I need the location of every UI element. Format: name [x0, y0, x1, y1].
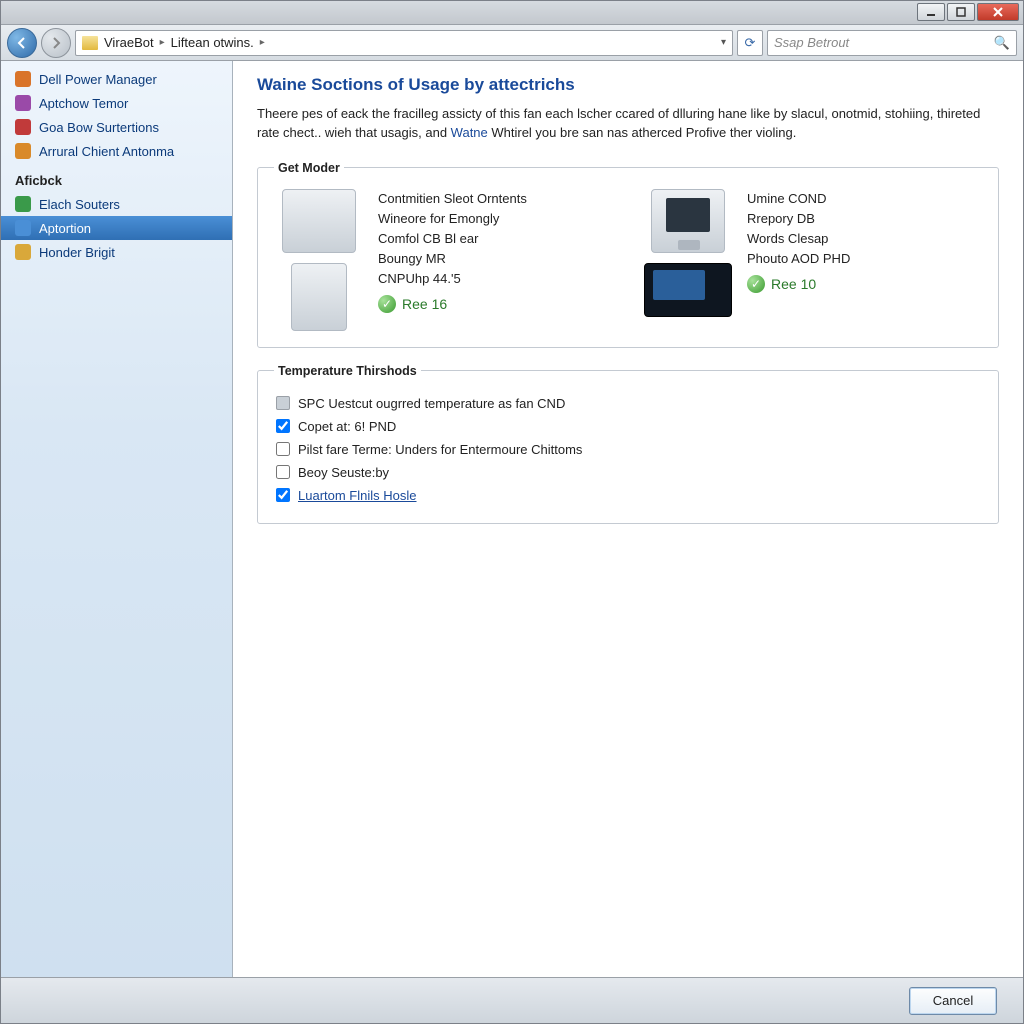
sidebar-item[interactable]: Aptortion — [1, 216, 232, 240]
sidebar-group-head: Aficbck — [1, 163, 232, 192]
moder-right-info: Umine CONDRrepory DBWords ClesapPhouto A… — [747, 189, 850, 270]
search-icon: 🔍 — [994, 35, 1010, 51]
info-line: Wineore for Emongly — [378, 209, 527, 229]
thresholds-legend: Temperature Thirshods — [274, 364, 421, 378]
sidebar-item-icon — [15, 95, 31, 111]
close-button[interactable] — [977, 3, 1019, 21]
threshold-checkbox[interactable] — [276, 419, 290, 433]
desc-link[interactable]: Watne — [451, 125, 488, 140]
threshold-checkbox[interactable] — [276, 488, 290, 502]
folder-icon — [82, 36, 98, 50]
sidebar-item[interactable]: Honder Brigit — [1, 240, 232, 264]
moder-right-status: ✓ Ree 10 — [747, 275, 850, 293]
threshold-checkbox[interactable] — [276, 442, 290, 456]
sidebar-item[interactable]: Dell Power Manager — [1, 67, 232, 91]
search-placeholder: Ssap Betrout — [774, 35, 849, 50]
sidebar-item-label: Aptortion — [39, 221, 91, 236]
sidebar-item-label: Dell Power Manager — [39, 72, 157, 87]
sidebar: Dell Power Manager Aptchow Temor Goa Bow S… — [1, 61, 233, 977]
desktop-case-icon — [282, 189, 356, 253]
page-title: Waine Soctions of Usage by attectrichs — [257, 75, 999, 95]
sidebar-item-label: Honder Brigit — [39, 245, 115, 260]
sidebar-item[interactable]: Arrural Chient Antonma — [1, 139, 232, 163]
threshold-label: Beoy Seuste:by — [298, 465, 389, 480]
check-icon: ✓ — [378, 295, 396, 313]
threshold-checkbox[interactable] — [276, 465, 290, 479]
moder-left-info: Contmitien Sleot OrntentsWineore for Emo… — [378, 189, 527, 290]
breadcrumb-seg1[interactable]: ViraeBot — [104, 35, 154, 50]
info-line: Words Clesap — [747, 229, 850, 249]
maximize-button[interactable] — [947, 3, 975, 21]
content-pane: Waine Soctions of Usage by attectrichs T… — [233, 61, 1023, 977]
sidebar-item-icon — [15, 71, 31, 87]
thresholds-group: Temperature Thirshods SPC Uestcut ougrre… — [257, 364, 999, 524]
back-button[interactable] — [7, 28, 37, 58]
sidebar-item-icon — [15, 143, 31, 159]
info-line: Rrepory DB — [747, 209, 850, 229]
bottom-bar: Cancel — [1, 977, 1023, 1023]
breadcrumb-seg2[interactable]: Liftean otwins. — [171, 35, 254, 50]
sidebar-item[interactable]: Aptchow Temor — [1, 91, 232, 115]
threshold-option: SPC Uestcut ougrred temperature as fan C… — [274, 392, 982, 415]
info-line: Comfol CB Bl ear — [378, 229, 527, 249]
threshold-label: SPC Uestcut ougrred temperature as fan C… — [298, 396, 565, 411]
threshold-option: Copet at: 6! PND — [274, 415, 982, 438]
sidebar-item-icon — [15, 119, 31, 135]
threshold-option: Beoy Seuste:by — [274, 461, 982, 484]
tower-icon — [291, 263, 347, 331]
address-dropdown-icon[interactable]: ▾ — [721, 37, 726, 48]
threshold-label: Pilst fare Terme: Unders for Entermoure … — [298, 442, 582, 457]
get-moder-legend: Get Moder — [274, 161, 344, 175]
sidebar-item[interactable]: Goa Bow Surtertions — [1, 115, 232, 139]
search-input[interactable]: Ssap Betrout 🔍 — [767, 30, 1017, 56]
info-line: Phouto AOD PHD — [747, 249, 850, 269]
cancel-button[interactable]: Cancel — [909, 987, 997, 1015]
monitor-icon — [651, 189, 725, 253]
sidebar-item-icon — [15, 244, 31, 260]
check-icon: ✓ — [747, 275, 765, 293]
chevron-icon: ▸ — [160, 37, 165, 48]
sidebar-item-icon — [15, 220, 31, 236]
threshold-label: Copet at: 6! PND — [298, 419, 396, 434]
chevron-icon: ▸ — [260, 37, 265, 48]
threshold-option: Luartom Flnils Hosle — [274, 484, 982, 507]
sidebar-item[interactable]: Elach Souters — [1, 192, 232, 216]
forward-button[interactable] — [41, 28, 71, 58]
navbar: ViraeBot ▸ Liftean otwins. ▸ ▾ ⟳ Ssap Be… — [1, 25, 1023, 61]
sidebar-item-label: Arrural Chient Antonma — [39, 144, 174, 159]
moder-left-status: ✓ Ree 16 — [378, 295, 527, 313]
get-moder-group: Get Moder Contmitien Sleot OrntentsWineo… — [257, 161, 999, 348]
app-window: ViraeBot ▸ Liftean otwins. ▸ ▾ ⟳ Ssap Be… — [0, 0, 1024, 1024]
sidebar-item-label: Elach Souters — [39, 197, 120, 212]
threshold-option: Pilst fare Terme: Unders for Entermoure … — [274, 438, 982, 461]
titlebar — [1, 1, 1023, 25]
sidebar-item-label: Aptchow Temor — [39, 96, 128, 111]
pc-set-icon — [644, 263, 732, 317]
info-line: Contmitien Sleot Orntents — [378, 189, 527, 209]
option-icon — [276, 396, 290, 410]
info-line: CNPUhp 44.'5 — [378, 269, 527, 289]
threshold-link[interactable]: Luartom Flnils Hosle — [298, 488, 417, 503]
info-line: Umine COND — [747, 189, 850, 209]
page-description: Theere pes of eack the fracilleg assicty… — [257, 105, 999, 143]
refresh-button[interactable]: ⟳ — [737, 30, 763, 56]
sidebar-item-icon — [15, 196, 31, 212]
minimize-button[interactable] — [917, 3, 945, 21]
address-bar[interactable]: ViraeBot ▸ Liftean otwins. ▸ ▾ — [75, 30, 733, 56]
sidebar-item-label: Goa Bow Surtertions — [39, 120, 159, 135]
info-line: Boungy MR — [378, 249, 527, 269]
